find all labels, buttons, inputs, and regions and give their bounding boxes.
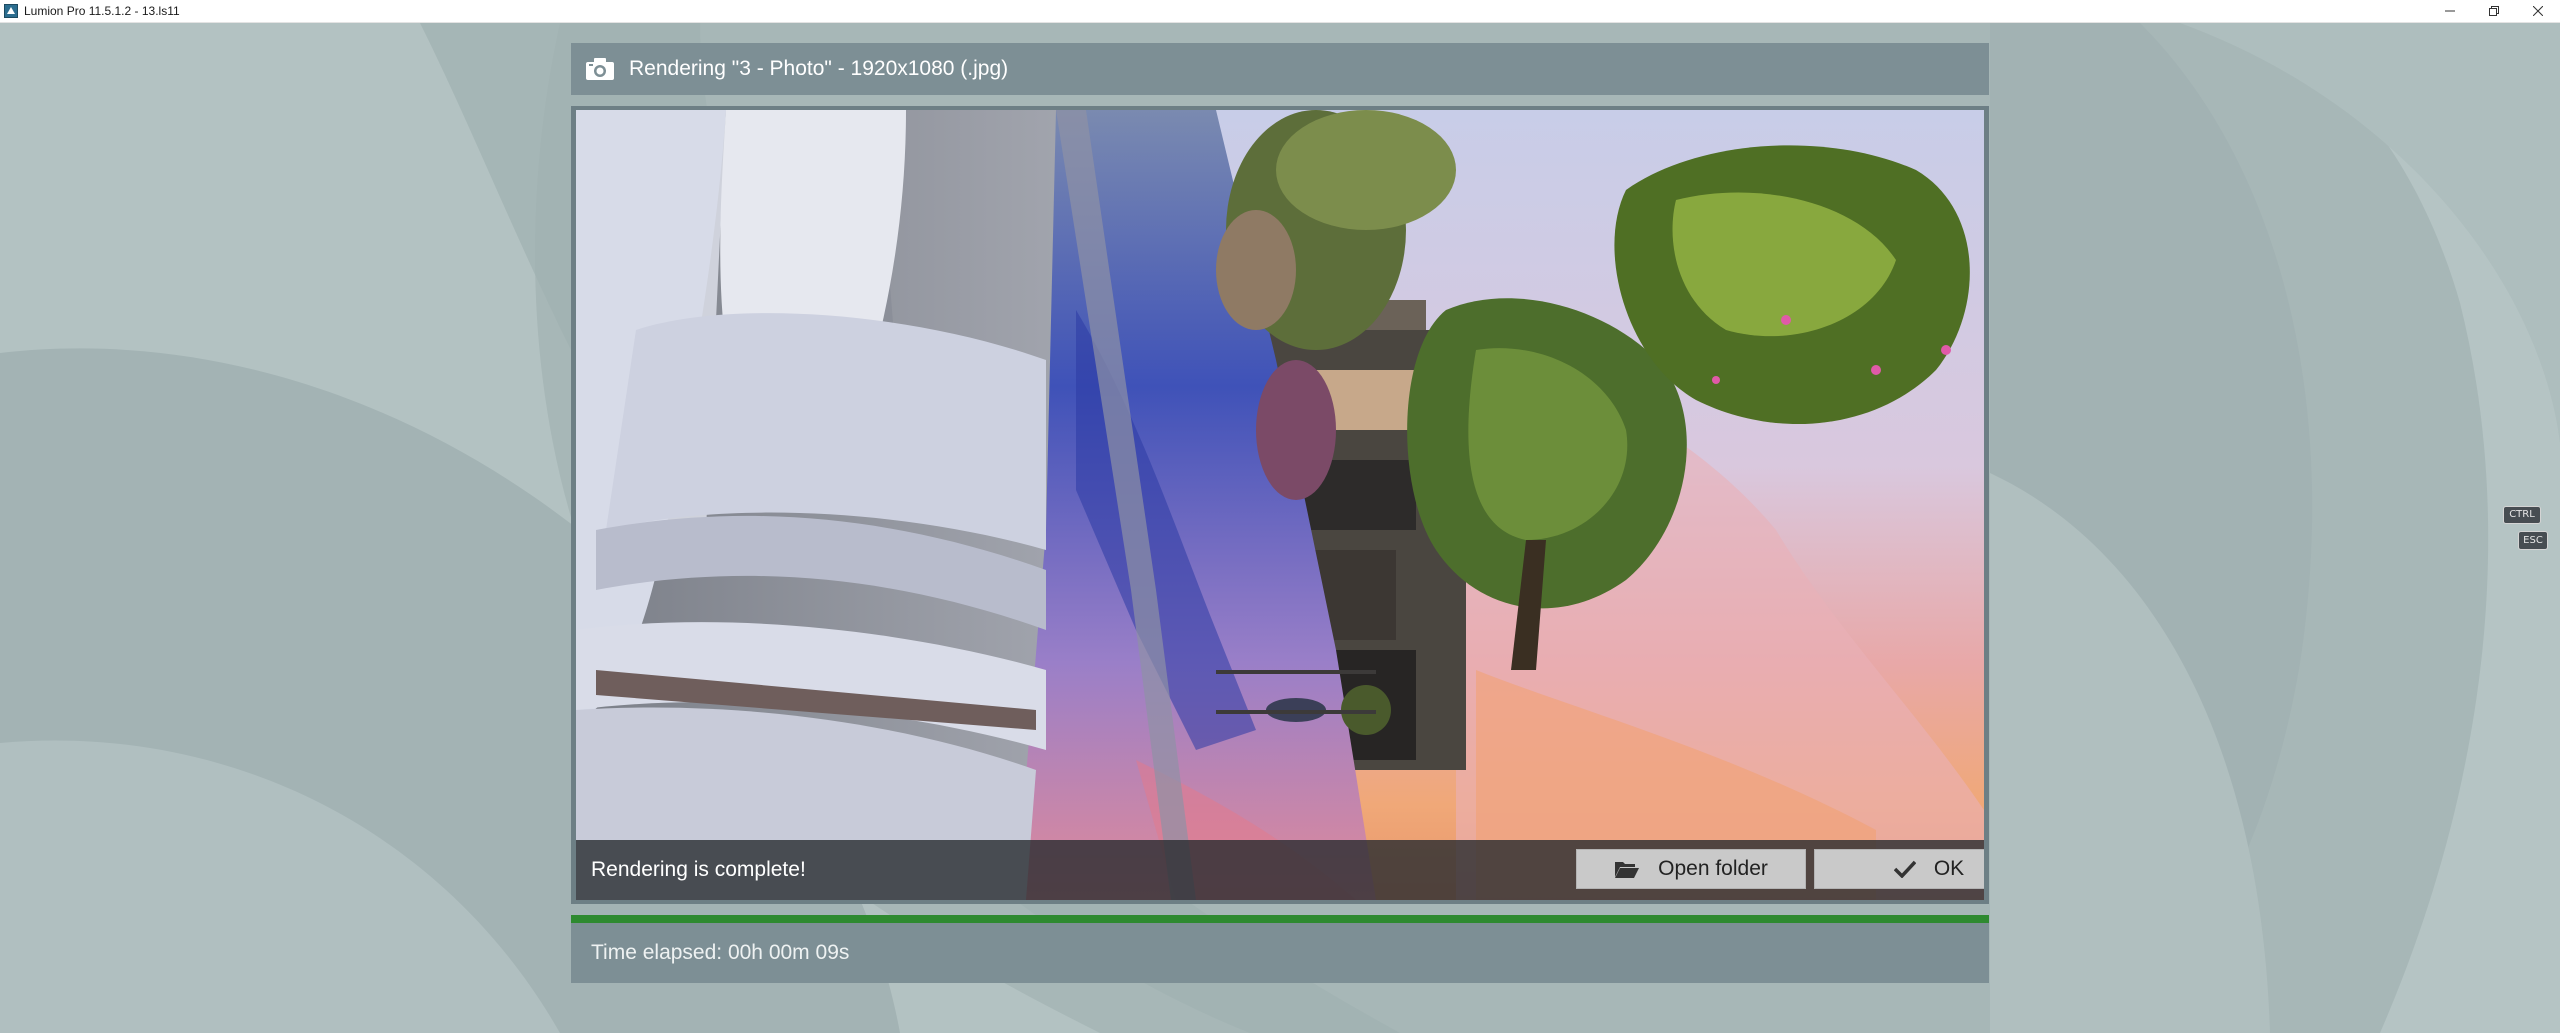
dialog-title: Rendering "3 - Photo" - 1920x1080 (.jpg) (629, 57, 1009, 80)
window-controls (2428, 0, 2560, 22)
render-preview-frame: Rendering is complete! Open folder OK (571, 106, 1989, 904)
render-progress-fill (571, 915, 1989, 923)
esc-key-hint: ESC (2518, 531, 2548, 550)
ok-button[interactable]: OK (1814, 849, 1984, 889)
restore-icon (2489, 6, 2499, 16)
window-title: Lumion Pro 11.5.1.2 - 13.ls11 (24, 4, 180, 18)
render-status-text: Rendering is complete! (591, 858, 806, 881)
render-status-bar: Rendering is complete! Open folder OK (576, 840, 1984, 900)
ok-label: OK (1933, 857, 1965, 880)
ctrl-key-hint: CTRL (2503, 506, 2541, 524)
folder-open-icon (1615, 862, 1640, 878)
open-folder-button[interactable]: Open folder (1576, 849, 1806, 889)
camera-icon (586, 58, 614, 80)
open-folder-label: Open folder (1658, 857, 1768, 880)
render-progress-bar (571, 915, 1989, 923)
close-button[interactable] (2516, 0, 2560, 22)
window-titlebar: Lumion Pro 11.5.1.2 - 13.ls11 (0, 0, 2560, 23)
minimize-button[interactable] (2428, 0, 2472, 22)
render-preview-image: Rendering is complete! Open folder OK (576, 110, 1984, 900)
lumion-app-icon (4, 4, 18, 18)
checkmark-icon (1893, 860, 1916, 878)
minimize-icon (2445, 10, 2455, 12)
restore-button[interactable] (2472, 0, 2516, 22)
close-icon (2533, 6, 2543, 16)
time-elapsed-text: Time elapsed: 00h 00m 09s (591, 941, 850, 964)
time-elapsed-bar: Time elapsed: 00h 00m 09s (571, 923, 1989, 983)
render-dialog-header: Rendering "3 - Photo" - 1920x1080 (.jpg) (571, 43, 1989, 95)
